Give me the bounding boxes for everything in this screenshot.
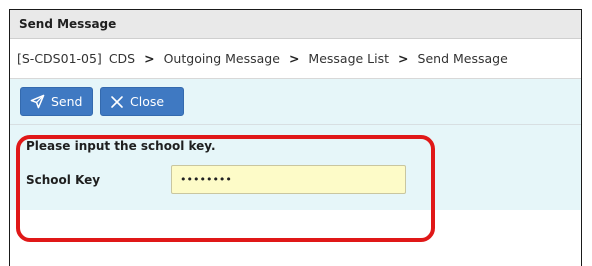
close-button[interactable]: Close <box>100 87 184 116</box>
form-prompt: Please input the school key. <box>26 139 216 153</box>
send-message-window: Send Message [S-CDS01-05] CDS > Outgoing… <box>9 9 582 266</box>
close-button-label: Close <box>130 94 165 109</box>
window-title: Send Message <box>10 10 581 39</box>
breadcrumb-item-send-message: Send Message <box>417 51 508 66</box>
school-key-row: School Key <box>26 165 406 194</box>
send-button-label: Send <box>51 94 83 109</box>
toolbar: Send Close <box>10 79 581 125</box>
school-key-input[interactable] <box>171 165 406 194</box>
breadcrumb-item-message-list[interactable]: Message List <box>308 51 389 66</box>
breadcrumb-separator: > <box>144 51 155 66</box>
school-key-form: Please input the school key. School Key <box>10 125 581 210</box>
breadcrumb-separator: > <box>398 51 409 66</box>
close-x-icon <box>110 95 124 109</box>
send-button[interactable]: Send <box>20 87 93 116</box>
screen-code: [S-CDS01-05] <box>17 51 102 66</box>
breadcrumb-separator: > <box>288 51 300 66</box>
breadcrumb: [S-CDS01-05] CDS > Outgoing Message > Me… <box>10 39 581 79</box>
paper-plane-icon <box>30 94 45 109</box>
school-key-label: School Key <box>26 172 101 187</box>
breadcrumb-item-outgoing-message[interactable]: Outgoing Message <box>164 51 280 66</box>
breadcrumb-item-cds[interactable]: CDS <box>109 51 135 66</box>
